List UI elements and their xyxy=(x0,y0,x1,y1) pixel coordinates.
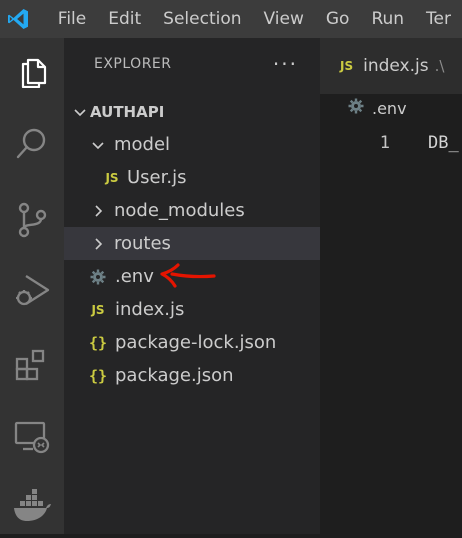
search-icon[interactable] xyxy=(0,112,64,176)
editor-tabs: JS index.js .\ xyxy=(320,38,462,94)
tree-item-label: node_modules xyxy=(114,200,245,221)
tree-item-label: package-lock.json xyxy=(115,332,277,353)
tree-item-user-js[interactable]: JS User.js xyxy=(64,161,320,194)
menu-go[interactable]: Go xyxy=(315,0,361,38)
js-file-icon: JS xyxy=(105,170,119,185)
menu-run[interactable]: Run xyxy=(360,0,415,38)
workspace-root-label: AUTHAPI xyxy=(90,102,165,121)
gear-icon xyxy=(86,269,110,285)
tree-item-label: .env xyxy=(115,266,154,287)
tree-item-label: model xyxy=(114,134,171,155)
activity-bar xyxy=(0,38,64,534)
vscode-logo-icon xyxy=(0,0,37,38)
menu-edit[interactable]: Edit xyxy=(97,0,152,38)
explorer-title: EXPLORER xyxy=(94,56,172,72)
source-control-icon[interactable] xyxy=(0,188,64,252)
line-number: 1 xyxy=(379,133,390,153)
title-bar: File Edit Selection View Go Run Ter xyxy=(0,0,462,38)
more-actions-button[interactable]: ··· xyxy=(273,52,298,76)
tree-item-model[interactable]: model xyxy=(64,128,320,161)
menu-selection[interactable]: Selection xyxy=(152,0,252,38)
code-line[interactable]: 1 DB_ xyxy=(320,130,462,156)
menu-file[interactable]: File xyxy=(47,0,97,38)
chevron-right-icon xyxy=(88,204,108,218)
breadcrumb-label: .env xyxy=(372,98,407,118)
code-text: DB_ xyxy=(428,133,459,153)
js-file-icon: JS xyxy=(91,302,105,317)
docker-icon[interactable] xyxy=(0,474,64,538)
explorer-header: EXPLORER ··· xyxy=(64,38,320,90)
extensions-icon[interactable] xyxy=(0,334,64,398)
run-debug-icon[interactable] xyxy=(0,258,64,322)
red-arrow-annotation xyxy=(160,263,216,288)
tree-item-label: routes xyxy=(114,233,171,254)
gear-icon xyxy=(348,98,364,118)
tree-item-index-js[interactable]: JS index.js xyxy=(64,293,320,326)
editor-area[interactable]: .env 1 DB_ xyxy=(320,94,462,534)
menu-bar: File Edit Selection View Go Run Ter xyxy=(47,0,462,38)
menu-terminal[interactable]: Ter xyxy=(415,0,462,38)
workspace-root[interactable]: AUTHAPI xyxy=(64,95,320,128)
tree-item-label: package.json xyxy=(115,365,234,386)
js-file-icon: JS xyxy=(340,59,354,73)
json-file-icon: {} xyxy=(88,333,108,352)
tree-item-package-lock-json[interactable]: {} package-lock.json xyxy=(64,326,320,359)
remote-explorer-icon[interactable] xyxy=(0,404,64,468)
breadcrumb[interactable]: .env xyxy=(348,98,407,118)
chevron-down-icon xyxy=(70,105,90,119)
tree-item-label: index.js xyxy=(115,299,185,320)
tree-item-label: User.js xyxy=(127,167,187,188)
chevron-down-icon xyxy=(88,138,108,152)
tree-item-env[interactable]: .env xyxy=(64,260,320,293)
menu-view[interactable]: View xyxy=(253,0,315,38)
chevron-right-icon xyxy=(88,237,108,251)
tree-item-routes[interactable]: routes xyxy=(64,227,320,260)
tab-label: index.js xyxy=(363,56,429,76)
explorer-icon[interactable] xyxy=(0,38,64,102)
file-tree: AUTHAPI model JS User.js node_modules ro… xyxy=(64,95,320,392)
json-file-icon: {} xyxy=(88,366,108,385)
tree-item-package-json[interactable]: {} package.json xyxy=(64,359,320,392)
tree-item-node-modules[interactable]: node_modules xyxy=(64,194,320,227)
tab-path: .\ xyxy=(434,57,445,75)
explorer-sidebar: EXPLORER ··· AUTHAPI model JS User.js no… xyxy=(64,38,320,534)
tab-index-js[interactable]: JS index.js .\ xyxy=(320,38,462,94)
